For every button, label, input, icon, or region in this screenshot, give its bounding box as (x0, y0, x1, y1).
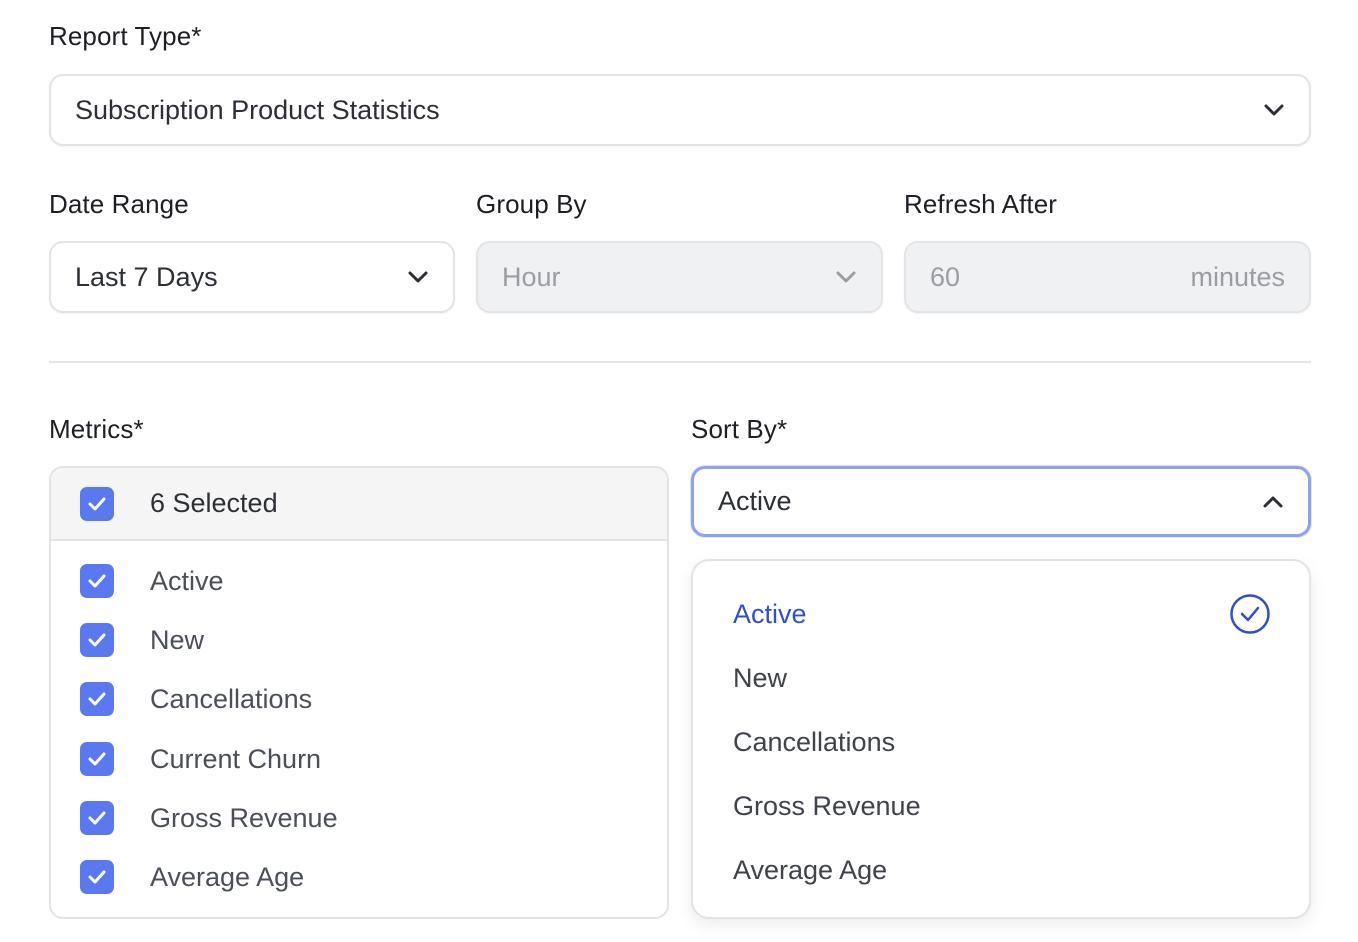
sort-by-value: Active (718, 486, 792, 516)
refresh-after-input: 60 minutes (904, 241, 1311, 313)
refresh-after-value: 60 (930, 261, 961, 292)
metric-item-label: Average Age (150, 861, 305, 892)
group-by-label: Group By (476, 189, 587, 219)
checkbox-checked-icon[interactable] (80, 623, 114, 657)
metric-item-current-churn[interactable]: Current Churn (80, 739, 321, 779)
metrics-label: Metrics* (49, 414, 144, 444)
refresh-after-label: Refresh After (904, 189, 1058, 219)
checkbox-checked-icon[interactable] (80, 486, 114, 521)
metrics-multiselect: 6 Selected Active New Cancellations Curr… (49, 466, 669, 919)
sort-by-dropdown: Active New Cancellations Gross Revenue A… (691, 559, 1311, 919)
checkbox-checked-icon[interactable] (80, 801, 114, 835)
metric-item-cancellations[interactable]: Cancellations (80, 679, 312, 719)
metric-item-label: New (150, 624, 205, 655)
chevron-down-icon (1263, 99, 1285, 121)
metric-item-active[interactable]: Active (80, 561, 224, 601)
sort-by-label: Sort By* (691, 414, 788, 444)
sort-option-new[interactable]: New (733, 658, 787, 698)
metric-item-label: Cancellations (150, 683, 313, 714)
check-circle-icon (1229, 593, 1271, 635)
chevron-down-icon (835, 266, 857, 288)
report-type-select[interactable]: Subscription Product Statistics (49, 74, 1311, 146)
sort-option-active[interactable]: Active (733, 594, 807, 634)
sort-by-select[interactable]: Active (691, 466, 1311, 537)
metric-item-new[interactable]: New (80, 620, 204, 660)
metric-item-average-age[interactable]: Average Age (80, 857, 304, 897)
refresh-after-unit: minutes (1190, 261, 1285, 292)
group-by-select: Hour (476, 241, 883, 313)
checkbox-checked-icon[interactable] (80, 564, 114, 598)
sort-option-gross-revenue[interactable]: Gross Revenue (733, 786, 921, 826)
checkbox-checked-icon[interactable] (80, 682, 114, 716)
sort-option-cancellations[interactable]: Cancellations (733, 722, 895, 762)
group-by-value: Hour (502, 261, 561, 292)
metric-item-gross-revenue[interactable]: Gross Revenue (80, 798, 338, 838)
date-range-value: Last 7 Days (75, 261, 218, 292)
metric-item-label: Current Churn (150, 743, 322, 774)
chevron-down-icon (407, 266, 429, 288)
report-type-label: Report Type* (49, 21, 202, 51)
date-range-select[interactable]: Last 7 Days (49, 241, 455, 313)
metrics-selected-count: 6 Selected (150, 488, 278, 518)
section-divider (49, 361, 1311, 363)
chevron-up-icon (1262, 491, 1284, 513)
metric-item-label: Gross Revenue (150, 802, 338, 833)
report-type-value: Subscription Product Statistics (75, 94, 440, 125)
sort-option-average-age[interactable]: Average Age (733, 850, 887, 890)
metric-item-label: Active (150, 565, 224, 596)
checkbox-checked-icon[interactable] (80, 742, 114, 776)
date-range-label: Date Range (49, 189, 189, 219)
metrics-select-all[interactable]: 6 Selected (51, 468, 667, 541)
checkbox-checked-icon[interactable] (80, 860, 114, 894)
